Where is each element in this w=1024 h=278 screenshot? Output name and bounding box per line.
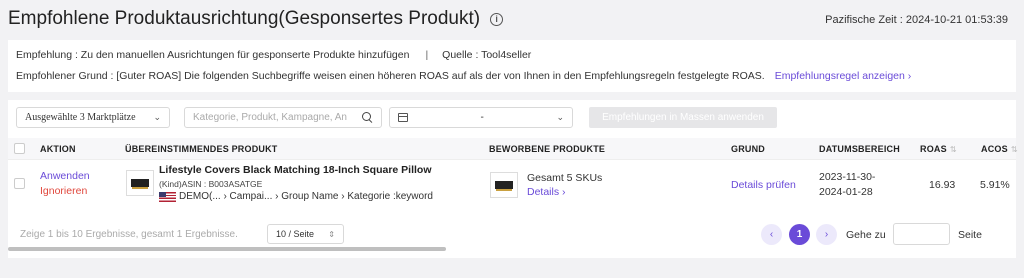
marketplace-value: Ausgewählte 3 Marktplätze bbox=[25, 112, 136, 123]
bulk-apply-button[interactable]: Empfehlungen in Massen anwenden bbox=[589, 107, 777, 128]
reason-line: Empfohlener Grund : [Guter ROAS] Die fol… bbox=[16, 70, 911, 82]
pacific-time: Pazifische Zeit : 2024-10-21 01:53:39 bbox=[825, 14, 1008, 26]
col-acos-label: ACOS bbox=[981, 144, 1008, 154]
product-image bbox=[126, 170, 154, 196]
recommendation-text: Empfehlung : Zu den manuellen Ausrichtun… bbox=[16, 49, 410, 61]
col-advertised-products: BEWORBENE PRODUKTE bbox=[489, 144, 606, 154]
filter-toolbar: Ausgewählte 3 Marktplätze ⌄ Kategorie, P… bbox=[8, 100, 1016, 134]
apply-button[interactable]: Anwenden bbox=[40, 170, 90, 182]
date-range-picker[interactable]: - ⌄ bbox=[389, 107, 573, 128]
product-asin: (Kind)ASIN : B003ASATGE bbox=[159, 179, 263, 189]
recommendation-box: Empfehlung : Zu den manuellen Ausrichtun… bbox=[8, 40, 1016, 92]
prev-page-button[interactable]: ‹ bbox=[761, 224, 782, 245]
next-page-button[interactable]: › bbox=[816, 224, 837, 245]
col-matching-product: ÜBEREINSTIMMENDES PRODUKT bbox=[125, 144, 278, 154]
pagination-bar: Zeige 1 bis 10 Ergebnisse, gesamt 1 Erge… bbox=[8, 220, 1016, 250]
page-size-select[interactable]: 10 / Seite ⇕ bbox=[267, 224, 344, 244]
table-row: Anwenden Ignorieren Lifestyle Covers Bla… bbox=[8, 160, 1016, 208]
page-size-value: 10 / Seite bbox=[276, 229, 315, 239]
col-acos[interactable]: ACOS ⇅ bbox=[981, 144, 1018, 154]
view-rule-link[interactable]: Empfehlungsregel anzeigen › bbox=[775, 70, 912, 82]
advertised-total: Gesamt 5 SKUs bbox=[527, 172, 603, 184]
page-header: Empfohlene Produktausrichtung(Gesponsert… bbox=[0, 0, 1024, 40]
date-from: 2023-11-30- bbox=[819, 171, 876, 183]
roas-value: 16.93 bbox=[929, 179, 956, 191]
product-path-text: DEMO(... › Campai... › Group Name › Kate… bbox=[179, 191, 433, 202]
row-checkbox[interactable] bbox=[14, 178, 25, 189]
reason-text: Empfohlener Grund : [Guter ROAS] Die fol… bbox=[16, 70, 765, 82]
page: Empfohlene Produktausrichtung(Gesponsert… bbox=[0, 0, 1024, 278]
page-title: Empfohlene Produktausrichtung(Gesponsert… bbox=[8, 8, 504, 30]
source-text: Quelle : Tool4seller bbox=[442, 49, 532, 61]
col-reason: GRUND bbox=[731, 144, 765, 154]
select-all-checkbox[interactable] bbox=[14, 143, 25, 154]
page-title-text: Empfohlene Produktausrichtung(Gesponsert… bbox=[8, 8, 481, 29]
sort-icon: ⇅ bbox=[1010, 145, 1018, 154]
marketplace-select[interactable]: Ausgewählte 3 Marktplätze ⌄ bbox=[16, 107, 170, 128]
search-input[interactable]: Kategorie, Produkt, Kampagne, An bbox=[184, 107, 382, 128]
search-placeholder: Kategorie, Produkt, Kampagne, An bbox=[193, 112, 347, 123]
check-details-link[interactable]: Details prüfen bbox=[731, 179, 796, 191]
date-to: 2024-01-28 bbox=[819, 186, 873, 198]
col-action: AKTION bbox=[40, 144, 76, 154]
goto-label: Gehe zu bbox=[846, 229, 886, 241]
advertised-product-image bbox=[490, 172, 518, 198]
product-title[interactable]: Lifestyle Covers Black Matching 18-Inch … bbox=[159, 164, 432, 176]
chevron-down-icon: ⌄ bbox=[153, 112, 161, 123]
calendar-icon bbox=[398, 113, 408, 122]
acos-value: 5.91% bbox=[980, 179, 1010, 191]
table-header: AKTION ÜBEREINSTIMMENDES PRODUKT BEWORBE… bbox=[8, 138, 1018, 160]
recommendation-line: Empfehlung : Zu den manuellen Ausrichtun… bbox=[16, 49, 531, 61]
sort-icon: ⇅ bbox=[949, 145, 957, 154]
page-1-button[interactable]: 1 bbox=[789, 224, 810, 245]
results-panel: Ausgewählte 3 Marktplätze ⌄ Kategorie, P… bbox=[8, 100, 1018, 258]
advertised-details-link[interactable]: Details › bbox=[527, 186, 566, 198]
product-path: DEMO(... › Campai... › Group Name › Kate… bbox=[159, 191, 433, 202]
info-icon[interactable]: i bbox=[490, 12, 504, 26]
page-suffix: Seite bbox=[958, 229, 982, 241]
col-date-range: DATUMSBEREICH bbox=[819, 144, 900, 154]
separator: | bbox=[425, 49, 429, 61]
goto-page-input[interactable] bbox=[893, 223, 950, 245]
chevron-down-icon: ⌄ bbox=[556, 112, 564, 123]
results-summary: Zeige 1 bis 10 Ergebnisse, gesamt 1 Erge… bbox=[20, 229, 238, 240]
col-roas[interactable]: ROAS ⇅ bbox=[920, 144, 957, 154]
us-flag-icon bbox=[159, 191, 176, 202]
date-separator: - bbox=[480, 112, 484, 123]
updown-icon: ⇕ bbox=[328, 229, 335, 239]
search-icon[interactable] bbox=[362, 112, 373, 123]
ignore-button[interactable]: Ignorieren bbox=[40, 185, 87, 197]
col-roas-label: ROAS bbox=[920, 144, 947, 154]
